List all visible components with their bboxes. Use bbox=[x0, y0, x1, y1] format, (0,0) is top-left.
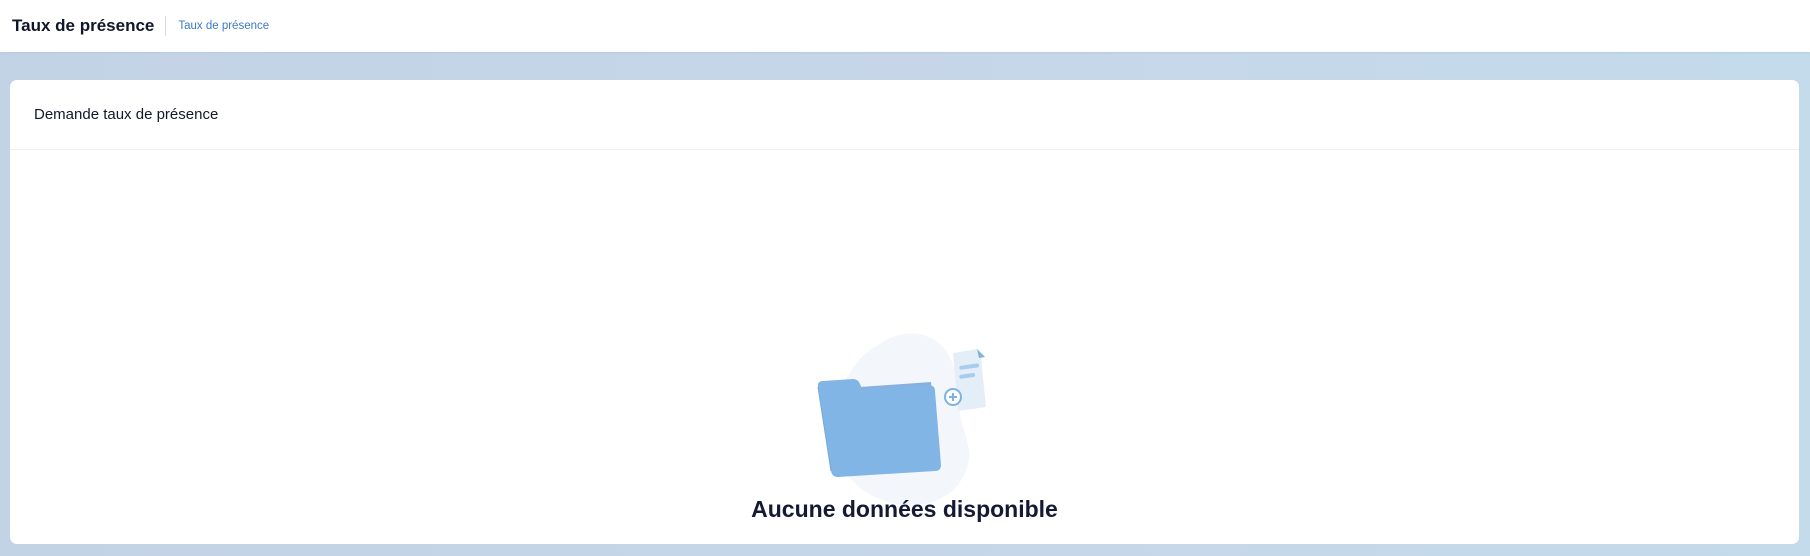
breadcrumb-link[interactable]: Taux de présence bbox=[178, 20, 269, 32]
top-bar: Taux de présence Taux de présence bbox=[0, 0, 1810, 52]
content-card: Demande taux de présence Aucune données … bbox=[10, 80, 1799, 544]
empty-folder-illustration-icon bbox=[817, 333, 986, 505]
empty-state: Aucune données disponible bbox=[10, 150, 1799, 544]
card-title: Demande taux de présence bbox=[34, 106, 219, 123]
empty-state-message: Aucune données disponible bbox=[751, 496, 1058, 522]
add-circle-icon bbox=[944, 388, 962, 406]
page-title: Taux de présence bbox=[12, 16, 155, 35]
card-header: Demande taux de présence bbox=[10, 80, 1799, 150]
header-divider bbox=[165, 16, 167, 36]
folder-front bbox=[817, 379, 941, 477]
